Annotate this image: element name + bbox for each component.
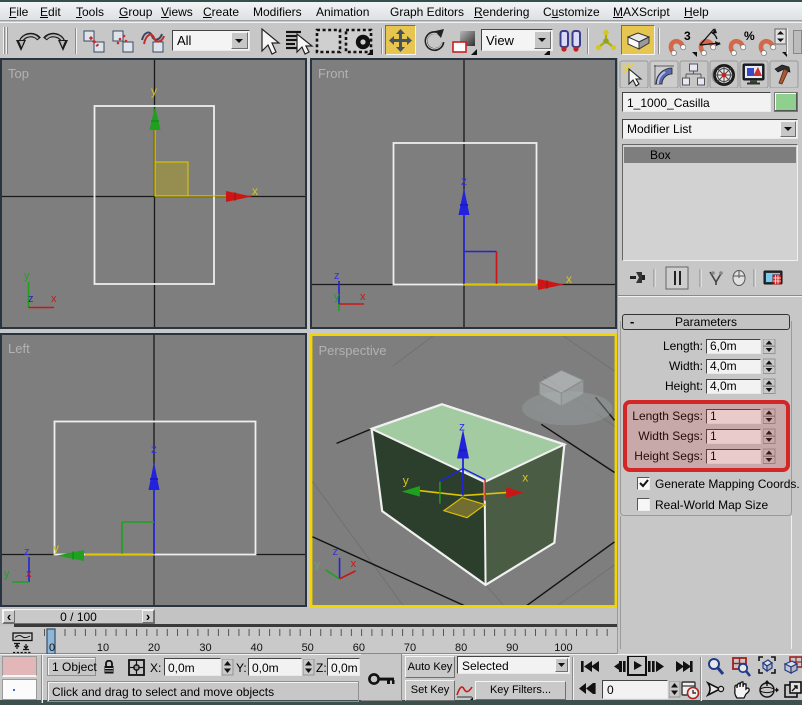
svg-text:y: y [403,474,409,488]
svg-text:z: z [28,293,34,305]
svg-text:x: x [566,272,572,286]
svg-text:y: y [314,559,320,571]
svg-text:80: 80 [455,642,467,654]
svg-text:60: 60 [353,642,365,654]
svg-text:20: 20 [148,642,160,654]
svg-text:x: x [26,568,32,580]
svg-text:%: % [744,29,755,43]
svg-text:10: 10 [97,642,109,654]
svg-text:Front: Front [318,66,349,81]
svg-text:x: x [51,293,57,305]
svg-text:z: z [461,174,467,188]
svg-text:40: 40 [250,642,262,654]
svg-text:y: y [151,84,157,98]
svg-text:y: y [334,291,340,303]
svg-text:50: 50 [302,642,314,654]
svg-text:x: x [351,558,357,570]
svg-text:z: z [334,270,340,282]
svg-text:z: z [333,546,339,558]
svg-text:x: x [252,184,258,198]
svg-text:z: z [24,546,30,558]
svg-text:x: x [360,291,366,303]
svg-text:90: 90 [506,642,518,654]
svg-text:30: 30 [199,642,211,654]
svg-text:70: 70 [404,642,416,654]
svg-text:0: 0 [49,642,55,654]
svg-text:3: 3 [684,29,691,43]
svg-text:y: y [53,541,59,555]
svg-text:y: y [4,568,10,580]
svg-text:Top: Top [8,66,29,81]
svg-text:100: 100 [554,642,572,654]
svg-text:x: x [522,471,528,485]
svg-text:y: y [24,270,30,282]
